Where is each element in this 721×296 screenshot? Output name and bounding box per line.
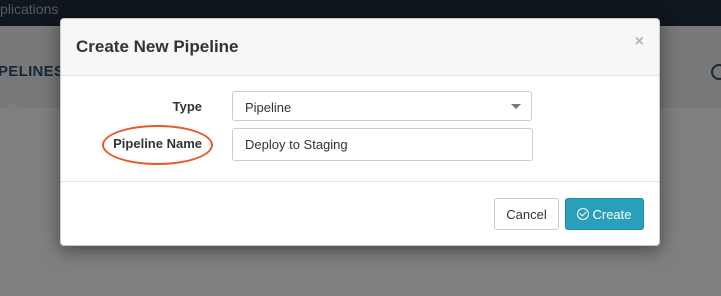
type-select-value: Pipeline <box>245 100 292 115</box>
check-circle-icon <box>577 208 590 220</box>
type-select[interactable]: Pipeline <box>232 91 532 121</box>
create-button[interactable]: Create <box>565 198 644 230</box>
pipeline-name-input[interactable] <box>232 128 533 161</box>
create-button-label: Create <box>592 206 632 222</box>
type-label: Type <box>172 99 202 114</box>
footer-divider <box>61 181 659 182</box>
close-icon[interactable]: × <box>635 33 644 51</box>
pipeline-name-label: Pipeline Name <box>113 136 202 151</box>
create-pipeline-modal: Create New Pipeline × Type Pipeline Pipe… <box>60 18 660 246</box>
chevron-down-icon <box>511 104 521 109</box>
modal-title: Create New Pipeline <box>76 37 239 56</box>
modal-header: Create New Pipeline × <box>61 19 659 76</box>
cancel-button[interactable]: Cancel <box>494 198 559 230</box>
cancel-button-label: Cancel <box>506 206 547 222</box>
